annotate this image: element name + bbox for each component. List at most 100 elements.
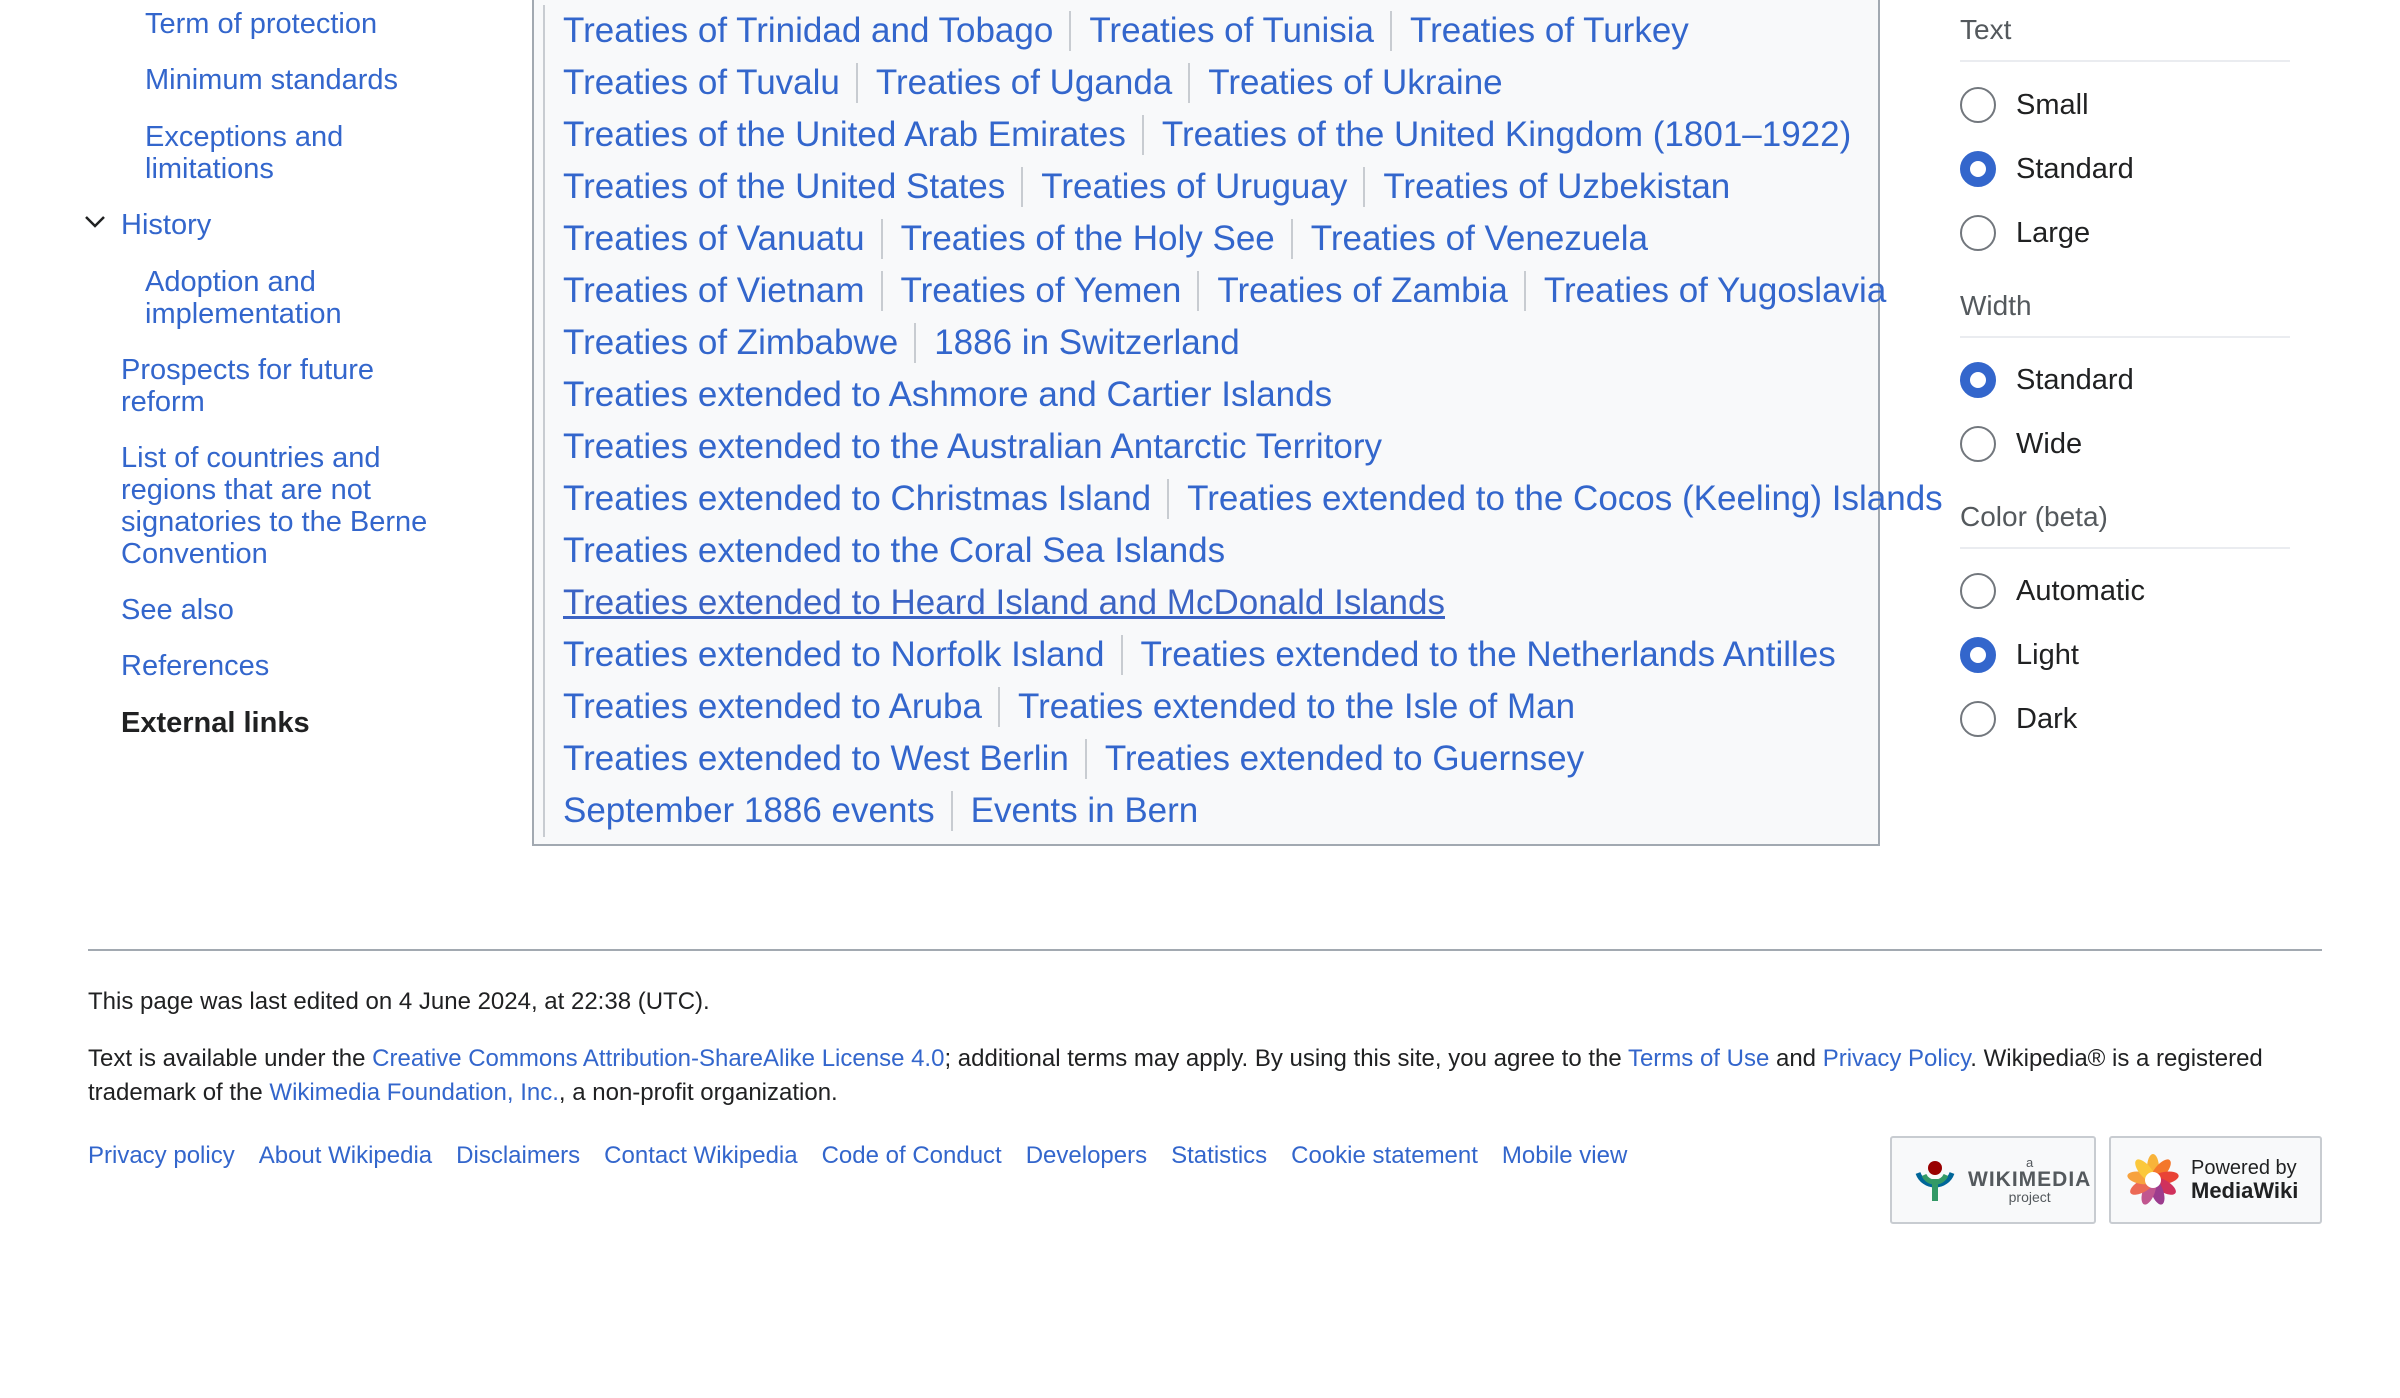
navbox-link[interactable]: Treaties of Uruguay [1021, 167, 1363, 207]
footer-link-privacy-policy[interactable]: Privacy policy [88, 1142, 235, 1170]
navbox-link[interactable]: Treaties extended to the Netherlands Ant… [1120, 635, 1852, 675]
footer-link-cookie-statement[interactable]: Cookie statement [1291, 1142, 1478, 1170]
option-label: Dark [2016, 702, 2078, 735]
badge-mediawiki-text: MediaWiki [2191, 1177, 2299, 1203]
toc-item-external-links[interactable]: External links [121, 707, 441, 739]
text-size-small-option[interactable]: Small [1960, 85, 2089, 125]
toc-item-minimum-standards[interactable]: Minimum standards [145, 64, 435, 96]
toc-item-references[interactable]: References [121, 650, 441, 682]
navbox-row: Treaties extended to Aruba Treaties exte… [543, 681, 1591, 733]
navbox-link[interactable]: Treaties of the Holy See [880, 219, 1291, 259]
width-heading: Width [1960, 290, 2290, 338]
text-size-heading: Text [1960, 14, 2290, 62]
toc-item-history[interactable]: History [121, 209, 441, 241]
radio-button-checked[interactable] [1960, 362, 1996, 398]
navbox-link[interactable]: 1886 in Switzerland [914, 323, 1255, 363]
navbox-link[interactable]: Treaties of Zambia [1197, 271, 1523, 311]
navbox-link[interactable]: Treaties extended to the Australian Anta… [563, 427, 1398, 467]
navbox-link[interactable]: Treaties extended to Guernsey [1084, 739, 1600, 779]
wikimedia-foundation-link[interactable]: Wikimedia Foundation, Inc. [269, 1079, 558, 1106]
navbox-row: Treaties extended to the Coral Sea Islan… [543, 525, 1241, 577]
footer-link-about-wikipedia[interactable]: About Wikipedia [259, 1142, 432, 1170]
navbox-link[interactable]: Treaties of Ukraine [1188, 63, 1518, 103]
toc-item-exceptions-and-limitations[interactable]: Exceptions and limitations [145, 121, 435, 185]
option-label: Standard [2016, 363, 2134, 396]
wikimedia-logo-icon [1915, 1161, 1955, 1201]
radio-button[interactable] [1960, 701, 1996, 737]
radio-button[interactable] [1960, 87, 1996, 123]
width-wide-option[interactable]: Wide [1960, 424, 2082, 464]
navbox-link-hovered[interactable]: Treaties extended to Heard Island and Mc… [563, 583, 1461, 623]
powered-by-mediawiki-badge[interactable]: Powered by MediaWiki [2109, 1136, 2322, 1224]
navbox-link[interactable]: Treaties of Uganda [855, 63, 1188, 103]
footer-link-contact-wikipedia[interactable]: Contact Wikipedia [604, 1142, 797, 1170]
toc-item-term-of-protection[interactable]: Term of protection [145, 8, 435, 40]
footer-divider [88, 949, 2322, 951]
navbox-link[interactable]: Treaties of Uzbekistan [1363, 167, 1746, 207]
color-heading: Color (beta) [1960, 501, 2290, 549]
navbox-row: Treaties extended to Ashmore and Cartier… [543, 369, 1348, 421]
color-dark-option[interactable]: Dark [1960, 699, 2077, 739]
navbox-link[interactable]: Treaties extended to the Cocos (Keeling)… [1167, 479, 1959, 519]
toc-item-prospects-for-future-reform[interactable]: Prospects for future reform [121, 354, 441, 418]
navbox-link[interactable]: Treaties of Turkey [1390, 11, 1705, 51]
text-size-standard-option[interactable]: Standard [1960, 149, 2134, 189]
toc-item-see-also[interactable]: See also [121, 594, 441, 626]
privacy-policy-link[interactable]: Privacy Policy [1823, 1045, 1971, 1072]
navbox-link[interactable]: Treaties of Yemen [880, 271, 1198, 311]
navbox-link[interactable]: Treaties extended to Ashmore and Cartier… [563, 375, 1348, 415]
wikimedia-project-badge[interactable]: a WIKIMEDIA project [1890, 1136, 2096, 1224]
footer-link-code-of-conduct[interactable]: Code of Conduct [822, 1142, 1002, 1170]
color-automatic-option[interactable]: Automatic [1960, 571, 2145, 611]
terms-of-use-link[interactable]: Terms of Use [1628, 1045, 1769, 1072]
footer-link-disclaimers[interactable]: Disclaimers [456, 1142, 580, 1170]
chevron-down-icon[interactable] [84, 211, 106, 233]
radio-button[interactable] [1960, 426, 1996, 462]
navbox-link[interactable]: Treaties extended to Christmas Island [563, 479, 1167, 519]
option-label: Small [2016, 88, 2089, 121]
navbox-link[interactable]: Treaties of Trinidad and Tobago [563, 11, 1069, 51]
license-info: Text is available under the Creative Com… [88, 1042, 2318, 1110]
license-text: and [1769, 1045, 1823, 1072]
navbox-link[interactable]: Events in Bern [950, 791, 1215, 831]
radio-button[interactable] [1960, 573, 1996, 609]
navbox-link[interactable]: Treaties of the United Kingdom (1801–192… [1141, 115, 1867, 155]
navbox-link[interactable]: Treaties of the United States [563, 167, 1021, 207]
navbox-link[interactable]: Treaties of Vietnam [563, 271, 881, 311]
color-light-option[interactable]: Light [1960, 635, 2079, 675]
navbox-link[interactable]: Treaties extended to West Berlin [563, 739, 1085, 779]
footer-link-developers[interactable]: Developers [1026, 1142, 1147, 1170]
navbox-link[interactable]: Treaties of Tuvalu [563, 63, 856, 103]
navbox-link[interactable]: Treaties extended to Norfolk Island [563, 635, 1121, 675]
footer-link-statistics[interactable]: Statistics [1171, 1142, 1267, 1170]
navbox-row: September 1886 events Events in Bern [543, 785, 1214, 837]
radio-button-checked[interactable] [1960, 151, 1996, 187]
license-text: , a non-profit organization. [558, 1079, 838, 1106]
navbox-row: Treaties of Trinidad and Tobago Treaties… [543, 5, 1705, 57]
text-size-large-option[interactable]: Large [1960, 213, 2090, 253]
footer-link-mobile-view[interactable]: Mobile view [1502, 1142, 1627, 1170]
navbox-link[interactable]: Treaties of Yugoslavia [1523, 271, 1902, 311]
navbox-link[interactable]: Treaties of Vanuatu [563, 219, 881, 259]
cc-license-link[interactable]: Creative Commons Attribution-ShareAlike … [372, 1045, 944, 1072]
navbox-link[interactable]: September 1886 events [563, 791, 951, 831]
navbox-link[interactable]: Treaties of Tunisia [1069, 11, 1390, 51]
navbox-link[interactable]: Treaties of Venezuela [1290, 219, 1664, 259]
navbox-row: Treaties extended to Christmas Island Tr… [543, 473, 1959, 525]
toc-item-list-of-non-signatories[interactable]: List of countries and regions that are n… [121, 442, 441, 570]
radio-button-checked[interactable] [1960, 637, 1996, 673]
radio-button[interactable] [1960, 215, 1996, 251]
navbox-link[interactable]: Treaties extended to Aruba [563, 687, 998, 727]
width-standard-option[interactable]: Standard [1960, 360, 2134, 400]
badge-powered-text: Powered by [2191, 1156, 2297, 1179]
navbox-link[interactable]: Treaties of the United Arab Emirates [563, 115, 1142, 155]
navbox-link[interactable]: Treaties extended to the Isle of Man [997, 687, 1591, 727]
navbox-link[interactable]: Treaties extended to the Coral Sea Islan… [563, 531, 1241, 571]
navbox-link[interactable]: Treaties of Zimbabwe [563, 323, 914, 363]
navbox-row: Treaties of Zimbabwe 1886 in Switzerland [543, 317, 1256, 369]
mediawiki-flower-icon [2127, 1154, 2179, 1205]
toc-item-adoption-and-implementation[interactable]: Adoption and implementation [145, 266, 435, 330]
license-text: ; additional terms may apply. By using t… [944, 1045, 1628, 1072]
navbox-row: Treaties extended to the Australian Anta… [543, 421, 1398, 473]
navbox-row: Treaties extended to Norfolk Island Trea… [543, 629, 1852, 681]
